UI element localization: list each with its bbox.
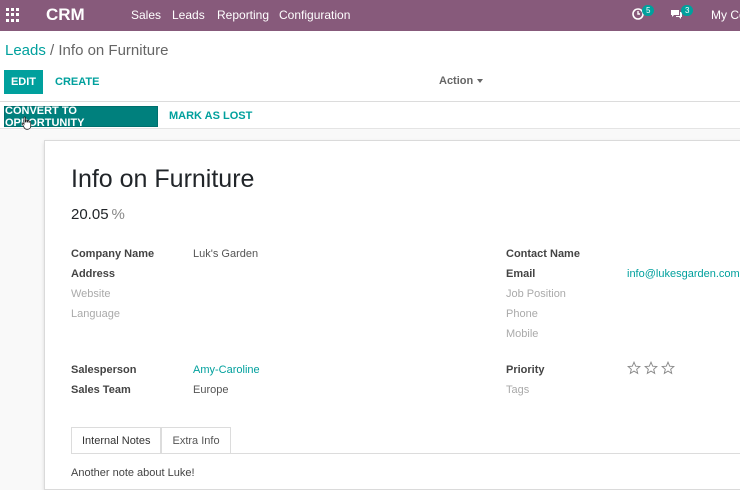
caret-down-icon [477,79,484,84]
app-brand[interactable]: CRM [46,5,85,25]
tab-divider [71,453,740,454]
salesperson-label: Salesperson [71,364,137,376]
sales-team-label: Sales Team [71,384,131,396]
notebook-tabs: Internal Notes Extra Info [71,427,231,454]
activity-menu[interactable]: 5 [632,5,655,20]
company-name-label: Company Name [71,248,155,260]
star-icon[interactable] [661,361,675,375]
internal-note-text[interactable]: Another note about Luke! [71,467,195,479]
menu-configuration[interactable]: Configuration [279,8,350,22]
status-bar: CONVERT TO OPPORTUNITY MARK AS LOST [0,102,740,130]
website-label: Website [71,288,111,300]
lead-title[interactable]: Info on Furniture [71,165,254,194]
salesperson-value[interactable]: Amy-Caroline [193,364,260,376]
probability-unit: % [111,206,125,223]
probability-value: 20.05 [71,206,109,223]
company-name-value[interactable]: Luk's Garden [193,248,258,260]
menu-leads[interactable]: Leads [172,8,205,22]
contact-name-label: Contact Name [506,248,580,260]
breadcrumb: Leads / Info on Furniture [5,42,168,59]
email-label: Email [506,268,536,280]
apps-menu-icon[interactable] [6,8,20,22]
breadcrumb-separator: / [50,42,55,59]
messaging-menu[interactable]: 3 [670,5,694,20]
phone-label: Phone [506,308,538,320]
probability: 20.05% [71,206,125,223]
create-button[interactable]: CREATE [55,76,99,88]
hand-cursor-icon [21,116,32,130]
sales-team-value[interactable]: Europe [193,384,228,396]
star-icon[interactable] [627,361,641,375]
menu-sales[interactable]: Sales [131,8,161,22]
job-position-label: Job Position [506,288,566,300]
language-label: Language [71,308,120,320]
company-switcher[interactable]: My Co [711,8,740,22]
address-label: Address [71,268,116,280]
mobile-label: Mobile [506,328,539,340]
priority-label: Priority [506,364,545,376]
edit-button[interactable]: EDIT [4,70,43,94]
activity-count-badge: 5 [642,5,655,16]
breadcrumb-leads-link[interactable]: Leads [5,42,46,59]
action-dropdown[interactable]: Action [439,75,484,87]
tab-internal-notes[interactable]: Internal Notes [71,427,162,454]
priority-stars [627,361,675,375]
breadcrumb-current: Info on Furniture [58,42,169,59]
mark-as-lost-button[interactable]: MARK AS LOST [169,110,252,122]
tags-label: Tags [506,384,530,396]
top-navbar: CRM Sales Leads Reporting Configuration … [0,0,740,31]
control-panel: Leads / Info on Furniture EDIT CREATE Ac… [0,31,740,102]
tab-extra-info[interactable]: Extra Info [161,427,231,454]
menu-reporting[interactable]: Reporting [217,8,269,22]
action-label: Action [439,75,474,87]
star-icon[interactable] [644,361,658,375]
messages-count-badge: 3 [681,5,694,16]
form-sheet: Info on Furniture 20.05% Company Name Lu… [44,140,740,490]
email-link[interactable]: info@lukesgarden.com [627,268,740,280]
